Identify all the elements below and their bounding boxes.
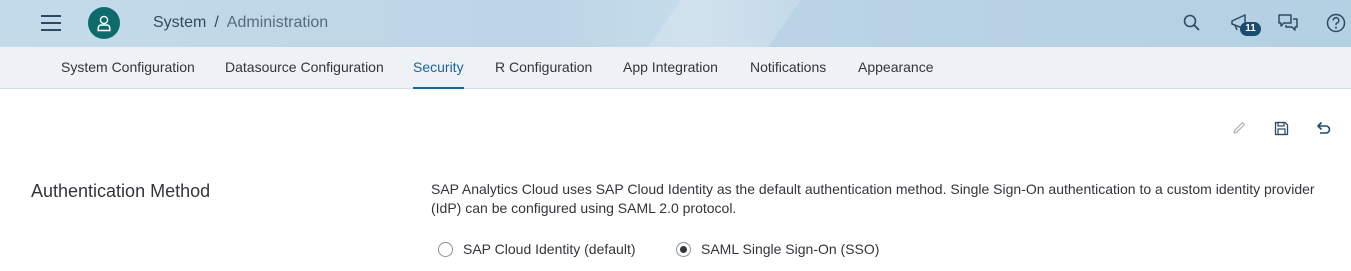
radio-label: SAML Single Sign-On (SSO) <box>701 241 880 257</box>
tab-system-configuration[interactable]: System Configuration <box>61 47 195 89</box>
tab-app-integration[interactable]: App Integration <box>623 47 718 89</box>
shell-bar-decoration <box>624 0 816 47</box>
tab-datasource-configuration[interactable]: Datasource Configuration <box>225 47 384 89</box>
breadcrumb-administration: Administration <box>226 14 329 31</box>
breadcrumb: System / Administration <box>153 14 328 32</box>
undo-icon[interactable] <box>1313 118 1333 138</box>
shell-bar: System / Administration 11 <box>0 0 1351 47</box>
menu-icon[interactable] <box>41 14 61 32</box>
authentication-description: SAP Analytics Cloud uses SAP Cloud Ident… <box>431 181 1315 216</box>
tab-notifications[interactable]: Notifications <box>750 47 826 89</box>
radio-option-sap-cloud-identity[interactable]: SAP Cloud Identity (default) <box>438 240 636 258</box>
edit-icon[interactable] <box>1229 118 1249 138</box>
radio-option-saml-sso[interactable]: SAML Single Sign-On (SSO) <box>676 240 879 258</box>
save-icon[interactable] <box>1271 118 1291 138</box>
breadcrumb-system[interactable]: System <box>153 14 206 32</box>
radio-button-selected[interactable] <box>676 241 691 257</box>
authentication-method-title: Authentication Method <box>31 181 211 201</box>
radio-label: SAP Cloud Identity (default) <box>463 241 636 257</box>
notification-count-badge: 11 <box>1240 22 1261 36</box>
admin-tab-bar: System Configuration Datasource Configur… <box>0 47 1351 89</box>
feedback-icon[interactable] <box>1276 11 1300 35</box>
radio-selected-dot <box>680 245 687 253</box>
tab-security[interactable]: Security <box>413 47 464 89</box>
user-avatar[interactable] <box>88 7 120 39</box>
tab-appearance[interactable]: Appearance <box>858 47 934 89</box>
tab-r-configuration[interactable]: R Configuration <box>495 47 592 89</box>
search-icon[interactable] <box>1180 11 1204 35</box>
radio-button-unselected[interactable] <box>438 241 453 257</box>
breadcrumb-separator: / <box>214 14 219 31</box>
user-icon <box>97 15 111 32</box>
help-icon[interactable] <box>1324 11 1348 35</box>
